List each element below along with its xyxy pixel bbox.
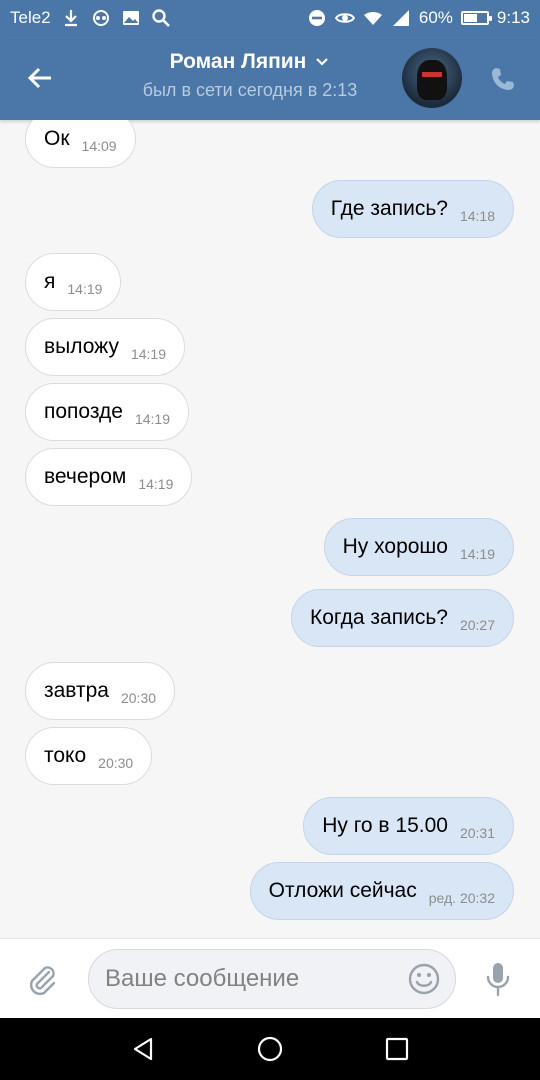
phone-icon <box>492 68 514 90</box>
message-list[interactable]: Ок 14:09 Где запись? 14:18 я 14:19 вылож… <box>0 120 540 938</box>
message-text: Ну го в 15.00 <box>322 814 448 837</box>
message-bubble-incoming[interactable]: токо 20:30 <box>25 727 153 785</box>
avatar-figure <box>417 60 447 100</box>
message-time: 20:27 <box>459 617 495 633</box>
message-bubble-incoming[interactable]: вечером 14:19 <box>25 448 193 506</box>
battery-percent: 60% <box>418 8 453 27</box>
message-text: вечером <box>44 465 127 488</box>
message-text: Отложи сейчас <box>268 879 417 902</box>
message-text: выложу <box>44 335 119 358</box>
message-bubble-outgoing[interactable]: Ну хорошо 14:19 <box>323 518 514 576</box>
arrow-left-icon <box>27 67 51 89</box>
message-time: 14:19 <box>130 346 167 362</box>
triangle-back-icon <box>134 1037 153 1061</box>
call-button[interactable] <box>486 62 520 96</box>
message-text: я <box>44 270 56 293</box>
voice-message-button[interactable] <box>478 959 518 999</box>
last-seen-status: был в сети сегодня в 2:13 <box>142 80 358 100</box>
message-text: попозде <box>44 400 123 423</box>
message-time: 14:18 <box>459 208 495 224</box>
message-text: токо <box>44 744 87 767</box>
message-bubble-outgoing[interactable]: Когда запись? 20:27 <box>291 589 514 647</box>
message-bubble-outgoing[interactable]: Где запись? 14:18 <box>311 180 514 238</box>
paperclip-icon <box>29 966 56 996</box>
message-input-placeholder: Ваше сообщение <box>105 965 300 992</box>
back-button[interactable] <box>20 58 60 98</box>
microphone-icon <box>486 963 510 997</box>
message-text: Ок <box>44 127 70 150</box>
message-time: ред. 20:32 <box>428 890 495 906</box>
message-time: 20:30 <box>120 690 157 706</box>
message-time: 14:09 <box>81 138 117 154</box>
message-bubble-incoming[interactable]: попозде 14:19 <box>25 383 190 441</box>
message-time: 20:30 <box>98 755 134 771</box>
attach-button[interactable] <box>22 959 62 999</box>
message-bubble-incoming[interactable]: я 14:19 <box>25 253 122 311</box>
image-icon <box>121 8 141 28</box>
message-time: 14:19 <box>138 476 174 492</box>
search-icon <box>151 8 171 28</box>
smiley-icon <box>408 963 440 995</box>
signal-icon <box>391 8 411 28</box>
status-bar: Tele2 60% 9:13 <box>0 0 540 36</box>
chevron-down-icon <box>316 58 329 66</box>
message-text: Ну хорошо <box>342 535 448 558</box>
carrier-name: Tele2 <box>10 8 51 27</box>
message-input[interactable]: Ваше сообщение <box>88 949 456 1009</box>
emoji-button[interactable] <box>404 959 444 999</box>
message-time: 14:19 <box>134 411 171 427</box>
chat-header: Роман Ляпин был в сети сегодня в 2:13 <box>0 36 540 120</box>
clock: 9:13 <box>496 8 530 27</box>
battery-icon <box>460 11 492 25</box>
message-bubble-outgoing[interactable]: Отложи сейчас ред. 20:32 <box>249 862 514 920</box>
wifi-icon <box>363 8 383 28</box>
message-time: 14:19 <box>459 546 495 562</box>
dnd-icon <box>307 8 327 28</box>
composer-bar: Ваше сообщение <box>0 938 540 1018</box>
message-text: Когда запись? <box>310 606 448 629</box>
spy-app-icon <box>91 8 111 28</box>
chat-title-block[interactable]: Роман Ляпин был в сети сегодня в 2:13 <box>80 50 420 101</box>
message-bubble-incoming[interactable]: Ок 14:09 <box>25 120 136 168</box>
message-time: 20:31 <box>459 825 495 841</box>
eye-icon <box>334 8 355 28</box>
nav-home-button[interactable] <box>250 1029 290 1069</box>
system-nav-bar <box>0 1018 540 1080</box>
contact-avatar[interactable] <box>402 48 462 108</box>
contact-name-row: Роман Ляпин <box>170 50 331 74</box>
avatar-mask-eyes <box>422 72 442 77</box>
message-text: Где запись? <box>330 197 448 220</box>
message-bubble-outgoing[interactable]: Ну го в 15.00 20:31 <box>303 797 514 855</box>
nav-back-button[interactable] <box>123 1029 163 1069</box>
battery-level <box>463 14 477 22</box>
download-icon <box>61 8 81 28</box>
contact-name: Роман Ляпин <box>169 50 307 73</box>
nav-recents-button[interactable] <box>377 1029 417 1069</box>
circle-home-icon <box>257 1036 283 1062</box>
square-recents-icon <box>385 1037 408 1061</box>
message-time: 14:19 <box>67 281 103 297</box>
message-text: завтра <box>44 679 109 702</box>
message-bubble-incoming[interactable]: завтра 20:30 <box>25 662 176 720</box>
message-bubble-incoming[interactable]: выложу 14:19 <box>25 318 186 376</box>
